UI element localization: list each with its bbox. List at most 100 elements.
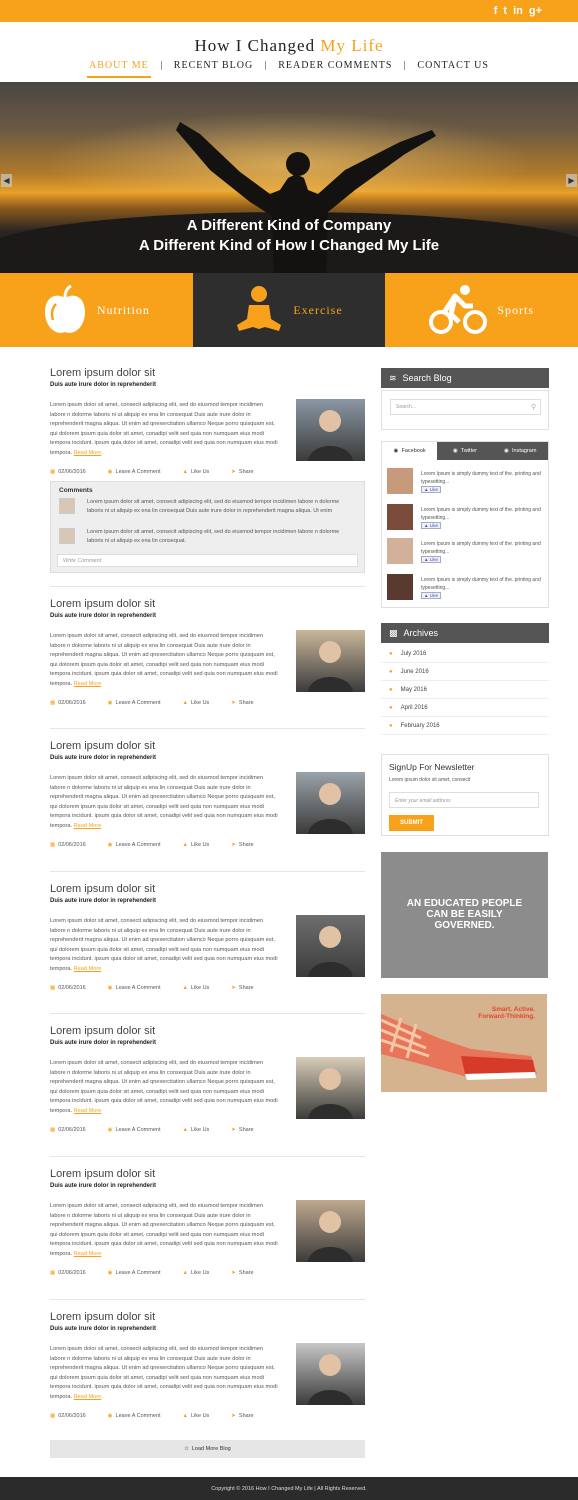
like-button[interactable]: ▲ Like bbox=[421, 592, 441, 599]
share-link[interactable]: ➤ Share bbox=[231, 1413, 253, 1419]
share-link[interactable]: ➤ Share bbox=[231, 1270, 253, 1276]
archive-link[interactable]: ● April 2016 bbox=[381, 699, 549, 717]
share-link[interactable]: ➤ Share bbox=[231, 1127, 253, 1133]
leave-comment-link[interactable]: ◉ Leave A Comment bbox=[108, 985, 161, 991]
write-comment-input[interactable]: Write Comment bbox=[57, 554, 358, 567]
post-title[interactable]: Lorem ipsum dolor sit bbox=[50, 598, 365, 610]
like-us-label: Like Us bbox=[190, 985, 210, 991]
read-more-link[interactable]: Read More bbox=[74, 1394, 102, 1400]
avatar bbox=[59, 528, 75, 544]
archive-link[interactable]: ● July 2016 bbox=[381, 645, 549, 663]
post-title[interactable]: Lorem ipsum dolor sit bbox=[50, 1025, 365, 1037]
post-title[interactable]: Lorem ipsum dolor sit bbox=[50, 740, 365, 752]
read-more-link[interactable]: Read More bbox=[74, 823, 102, 829]
post-title[interactable]: Lorem ipsum dolor sit bbox=[50, 1311, 365, 1323]
like-us-link[interactable]: ▲ Like Us bbox=[183, 1270, 210, 1276]
post-thumbnail[interactable] bbox=[296, 1343, 365, 1405]
newsletter-submit-button[interactable]: SUBMIT bbox=[389, 815, 434, 831]
search-input[interactable]: Search... ⚲ bbox=[390, 399, 541, 415]
avatar[interactable] bbox=[387, 468, 413, 494]
archive-link[interactable]: ● February 2016 bbox=[381, 717, 549, 735]
post-title[interactable]: Lorem ipsum dolor sit bbox=[50, 367, 365, 379]
share-link[interactable]: ➤ Share bbox=[231, 842, 253, 848]
search-icon[interactable]: ⚲ bbox=[531, 403, 536, 411]
read-more-link[interactable]: Read More bbox=[74, 1108, 102, 1114]
post-thumbnail[interactable] bbox=[296, 630, 365, 692]
leave-comment-link[interactable]: ◉ Leave A Comment bbox=[108, 1127, 161, 1133]
tab-twitter[interactable]: ◉ Twitter bbox=[437, 442, 493, 460]
ad-banner-smart-active[interactable]: Smart. Active. Forward-Thinking. bbox=[381, 994, 547, 1092]
load-more-icon: ✿ bbox=[184, 1446, 189, 1452]
meditation-icon bbox=[237, 286, 282, 331]
feature-exercise[interactable]: Exercise bbox=[192, 273, 386, 347]
post-thumbnail[interactable] bbox=[296, 399, 365, 461]
archive-link[interactable]: ● May 2016 bbox=[381, 681, 549, 699]
like-us-link[interactable]: ▲ Like Us bbox=[183, 985, 210, 991]
read-more-link[interactable]: Read More bbox=[74, 681, 102, 687]
post-date: ▦ 02/06/2016 bbox=[50, 700, 86, 706]
post-title[interactable]: Lorem ipsum dolor sit bbox=[50, 1168, 365, 1180]
ad-banner-educated-people[interactable]: AN EDUCATED PEOPLE CAN BE EASILY GOVERNE… bbox=[381, 852, 548, 978]
post-date-value: 02/06/2016 bbox=[58, 469, 86, 475]
leave-comment-link[interactable]: ◉ Leave A Comment bbox=[108, 1413, 161, 1419]
like-button[interactable]: ▲ Like bbox=[421, 522, 441, 529]
leave-comment-link[interactable]: ◉ Leave A Comment bbox=[108, 842, 161, 848]
calendar-icon: ▦ bbox=[50, 700, 56, 706]
post-subtitle: Duis aute irure dolor in reprehenderit bbox=[50, 382, 157, 388]
share-link[interactable]: ➤ Share bbox=[231, 700, 253, 706]
like-us-label: Like Us bbox=[190, 469, 210, 475]
read-more-link[interactable]: Read More bbox=[74, 966, 102, 972]
facebook-icon[interactable]: f bbox=[494, 4, 498, 18]
feature-sports[interactable]: Sports bbox=[385, 273, 578, 347]
feed-text: Lorem Ipsum is simply dummy text of the.… bbox=[421, 577, 541, 591]
twitter-icon[interactable]: t bbox=[503, 4, 507, 18]
share-link[interactable]: ➤ Share bbox=[231, 985, 253, 991]
avatar[interactable] bbox=[387, 574, 413, 600]
post-thumbnail[interactable] bbox=[296, 1057, 365, 1119]
post-subtitle: Duis aute irure dolor in reprehenderit bbox=[50, 1183, 157, 1189]
post-title[interactable]: Lorem ipsum dolor sit bbox=[50, 883, 365, 895]
like-us-link[interactable]: ▲ Like Us bbox=[183, 842, 210, 848]
leave-comment-link[interactable]: ◉ Leave A Comment bbox=[108, 1270, 161, 1276]
post-meta: ▦ 02/06/2016 ◉ Leave A Comment ▲ Like Us ➤ Shar… bbox=[50, 700, 254, 706]
google-plus-icon[interactable]: g+ bbox=[529, 4, 542, 18]
like-us-link[interactable]: ▲ Like Us bbox=[183, 1127, 210, 1133]
like-button[interactable]: ▲ Like bbox=[421, 486, 441, 493]
like-us-link[interactable]: ▲ Like Us bbox=[183, 469, 210, 475]
leave-comment-label: Leave A Comment bbox=[115, 469, 161, 475]
feed-text: Lorem Ipsum is simply dummy text of the.… bbox=[421, 471, 541, 485]
like-us-link[interactable]: ▲ Like Us bbox=[183, 1413, 210, 1419]
feature-nutrition[interactable]: Nutrition bbox=[0, 273, 193, 347]
avatar[interactable] bbox=[387, 504, 413, 530]
post-thumbnail[interactable] bbox=[296, 915, 365, 977]
thumbs-up-icon: ▲ bbox=[182, 469, 188, 475]
slider-prev-arrow-icon[interactable]: ◀ bbox=[1, 174, 12, 187]
comment-icon: ◉ bbox=[107, 1413, 113, 1419]
share-label: Share bbox=[238, 1413, 254, 1419]
site-title[interactable]: How I Changed My Life bbox=[0, 36, 578, 56]
nav-reader-comments[interactable]: READER COMMENTS bbox=[266, 60, 404, 71]
newsletter-email-field[interactable]: Enter your email address bbox=[389, 792, 539, 808]
leave-comment-link[interactable]: ◉ Leave A Comment bbox=[108, 700, 161, 706]
slider-next-arrow-icon[interactable]: ▶ bbox=[566, 174, 577, 187]
tab-instagram[interactable]: ◉ Instagram bbox=[492, 442, 548, 460]
post-divider bbox=[50, 871, 365, 872]
archive-link[interactable]: ● June 2016 bbox=[381, 663, 549, 681]
like-button[interactable]: ▲ Like bbox=[421, 556, 441, 563]
post-thumbnail[interactable] bbox=[296, 772, 365, 834]
read-more-link[interactable]: Read More bbox=[74, 450, 102, 456]
share-link[interactable]: ➤ Share bbox=[231, 469, 253, 475]
linkedin-icon[interactable]: in bbox=[513, 4, 523, 18]
nav-about-me[interactable]: ABOUT ME bbox=[77, 60, 161, 78]
tab-facebook[interactable]: ◉ Facebook bbox=[382, 442, 438, 460]
avatar[interactable] bbox=[387, 538, 413, 564]
nav-recent-blog[interactable]: RECENT BLOG bbox=[162, 60, 265, 71]
like-us-link[interactable]: ▲ Like Us bbox=[183, 700, 210, 706]
read-more-link[interactable]: Read More bbox=[74, 1251, 102, 1257]
leave-comment-label: Leave A Comment bbox=[115, 842, 161, 848]
load-more-button[interactable]: ✿ Load More Blog bbox=[50, 1440, 365, 1458]
nav-contact-us[interactable]: CONTACT US bbox=[405, 60, 501, 71]
facebook-icon: ◉ bbox=[393, 448, 399, 454]
leave-comment-link[interactable]: ◉ Leave A Comment bbox=[108, 469, 161, 475]
post-thumbnail[interactable] bbox=[296, 1200, 365, 1262]
